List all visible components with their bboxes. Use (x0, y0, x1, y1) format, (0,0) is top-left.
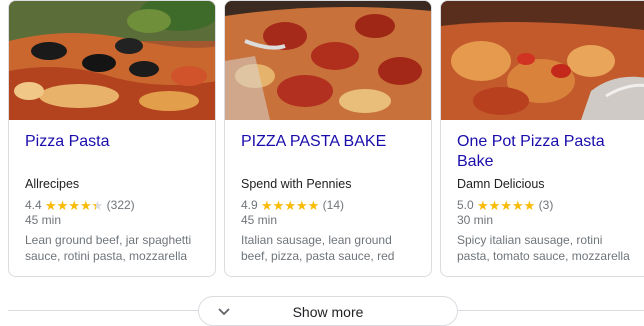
cook-time: 45 min (25, 213, 62, 227)
recipe-source: Spend with Pennies (241, 177, 352, 191)
rating-value: 4.9 (241, 198, 258, 212)
ingredients: Italian sausage, lean ground beef, pizza… (241, 233, 395, 263)
rating-value: 4.4 (25, 198, 42, 212)
divider-left (8, 310, 198, 311)
recipe-card-3[interactable]: One Pot Pizza Pasta Bake Damn Delicious … (440, 0, 644, 277)
recipe-image[interactable] (225, 1, 431, 120)
ingredients: Spicy italian sausage, rotini pasta, tom… (457, 233, 630, 263)
ingredients: Lean ground beef, jar spaghetti sauce, r… (25, 233, 192, 263)
recipe-source: Damn Delicious (457, 177, 545, 191)
recipe-card-2[interactable]: PIZZA PASTA BAKE Spend with Pennies 4.9 … (224, 0, 432, 277)
recipe-title[interactable]: Pizza Pasta (25, 132, 205, 152)
recipe-card-1[interactable]: Pizza Pasta Allrecipes 4.4 ★★★★★★★★★★ (3… (8, 0, 216, 277)
rating-value: 5.0 (457, 198, 474, 212)
review-count: (3) (538, 198, 554, 212)
cook-time: 45 min (241, 213, 278, 227)
cook-time: 30 min (457, 213, 494, 227)
show-more-label: Show more (292, 304, 364, 320)
recipe-title[interactable]: PIZZA PASTA BAKE (241, 132, 421, 152)
recipe-source: Allrecipes (25, 177, 80, 191)
recipe-image[interactable] (441, 1, 644, 120)
review-count: (322) (106, 198, 135, 212)
divider-right (458, 310, 644, 311)
review-count: (14) (322, 198, 344, 212)
recipe-image[interactable] (9, 1, 215, 120)
show-more-button[interactable]: Show more (198, 296, 458, 326)
recipe-title[interactable]: One Pot Pizza Pasta Bake (457, 132, 629, 172)
